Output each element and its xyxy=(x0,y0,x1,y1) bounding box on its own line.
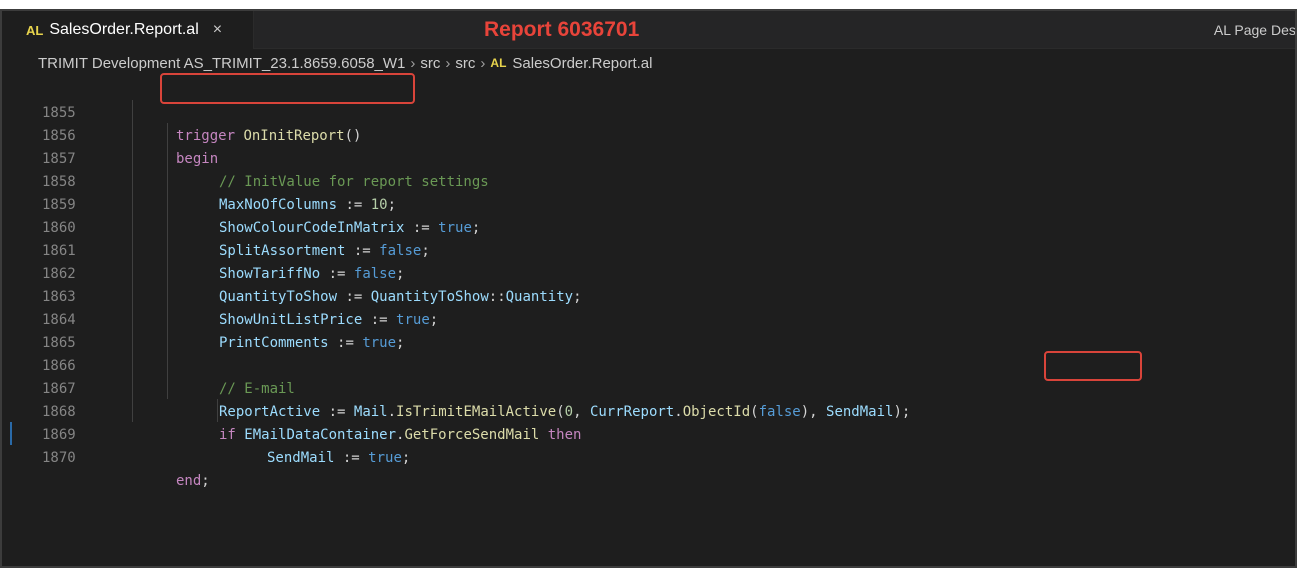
code-line: 1857 // InitValue for report settings xyxy=(2,125,1295,190)
code-line: 1859 ShowColourCodeInMatrix := true; xyxy=(2,171,1295,236)
code-line: 1860 SplitAssortment := false; xyxy=(2,194,1295,259)
breadcrumb-src-1[interactable]: src xyxy=(420,55,440,72)
code-line: 1856 begin xyxy=(2,102,1295,167)
tab-salesorder-report[interactable]: AL SalesOrder.Report.al × xyxy=(2,11,254,49)
variable: SendMail xyxy=(267,450,335,466)
chevron-right-icon: › xyxy=(410,54,416,72)
punctuation: ; xyxy=(401,450,411,466)
punctuation: ; xyxy=(201,473,210,489)
chevron-right-icon: › xyxy=(445,54,451,72)
highlight-box-trigger xyxy=(160,73,415,104)
editor-window: AL SalesOrder.Report.al × Report 6036701… xyxy=(0,9,1297,568)
code-line: 1861 ShowTariffNo := false; xyxy=(2,217,1295,282)
code-line: 1869 SendMail := true; xyxy=(2,401,1295,466)
tab-label: SalesOrder.Report.al xyxy=(49,21,199,38)
code-line: 1868 if EMailDataContainer.GetForceSendM… xyxy=(2,378,1295,443)
code-line: 1862 QuantityToShow := QuantityToShow::Q… xyxy=(2,240,1295,305)
code-line: 1858 MaxNoOfColumns := 10; xyxy=(2,148,1295,213)
code-line: 1865 xyxy=(2,309,1295,351)
chevron-right-icon: › xyxy=(480,54,486,72)
code-line: 1864 PrintComments := true; xyxy=(2,286,1295,351)
al-file-icon: AL xyxy=(26,22,44,38)
line-number: 1870 xyxy=(42,450,76,466)
breadcrumb-file[interactable]: SalesOrder.Report.al xyxy=(512,55,652,72)
code-line: 1870 end; xyxy=(2,424,1295,489)
highlight-box-sendmail xyxy=(1044,351,1142,381)
keyword: end xyxy=(176,473,202,489)
al-file-icon: AL xyxy=(490,56,507,70)
tab-al-page-designer[interactable]: AL Page Desi xyxy=(1214,22,1295,38)
operator: := xyxy=(342,450,360,466)
tab-bar: AL SalesOrder.Report.al × Report 6036701… xyxy=(2,11,1295,49)
close-icon[interactable]: × xyxy=(213,21,222,39)
boolean-literal: true xyxy=(368,450,402,466)
report-annotation: Report 6036701 xyxy=(484,18,640,41)
breadcrumb-project[interactable]: TRIMIT Development AS_TRIMIT_23.1.8659.6… xyxy=(38,55,405,72)
code-editor[interactable]: 1855 trigger OnInitReport() 1856 begin 1… xyxy=(2,73,1295,566)
code-line: 1863 ShowUnitListPrice := true; xyxy=(2,263,1295,328)
breadcrumb-src-2[interactable]: src xyxy=(455,55,475,72)
